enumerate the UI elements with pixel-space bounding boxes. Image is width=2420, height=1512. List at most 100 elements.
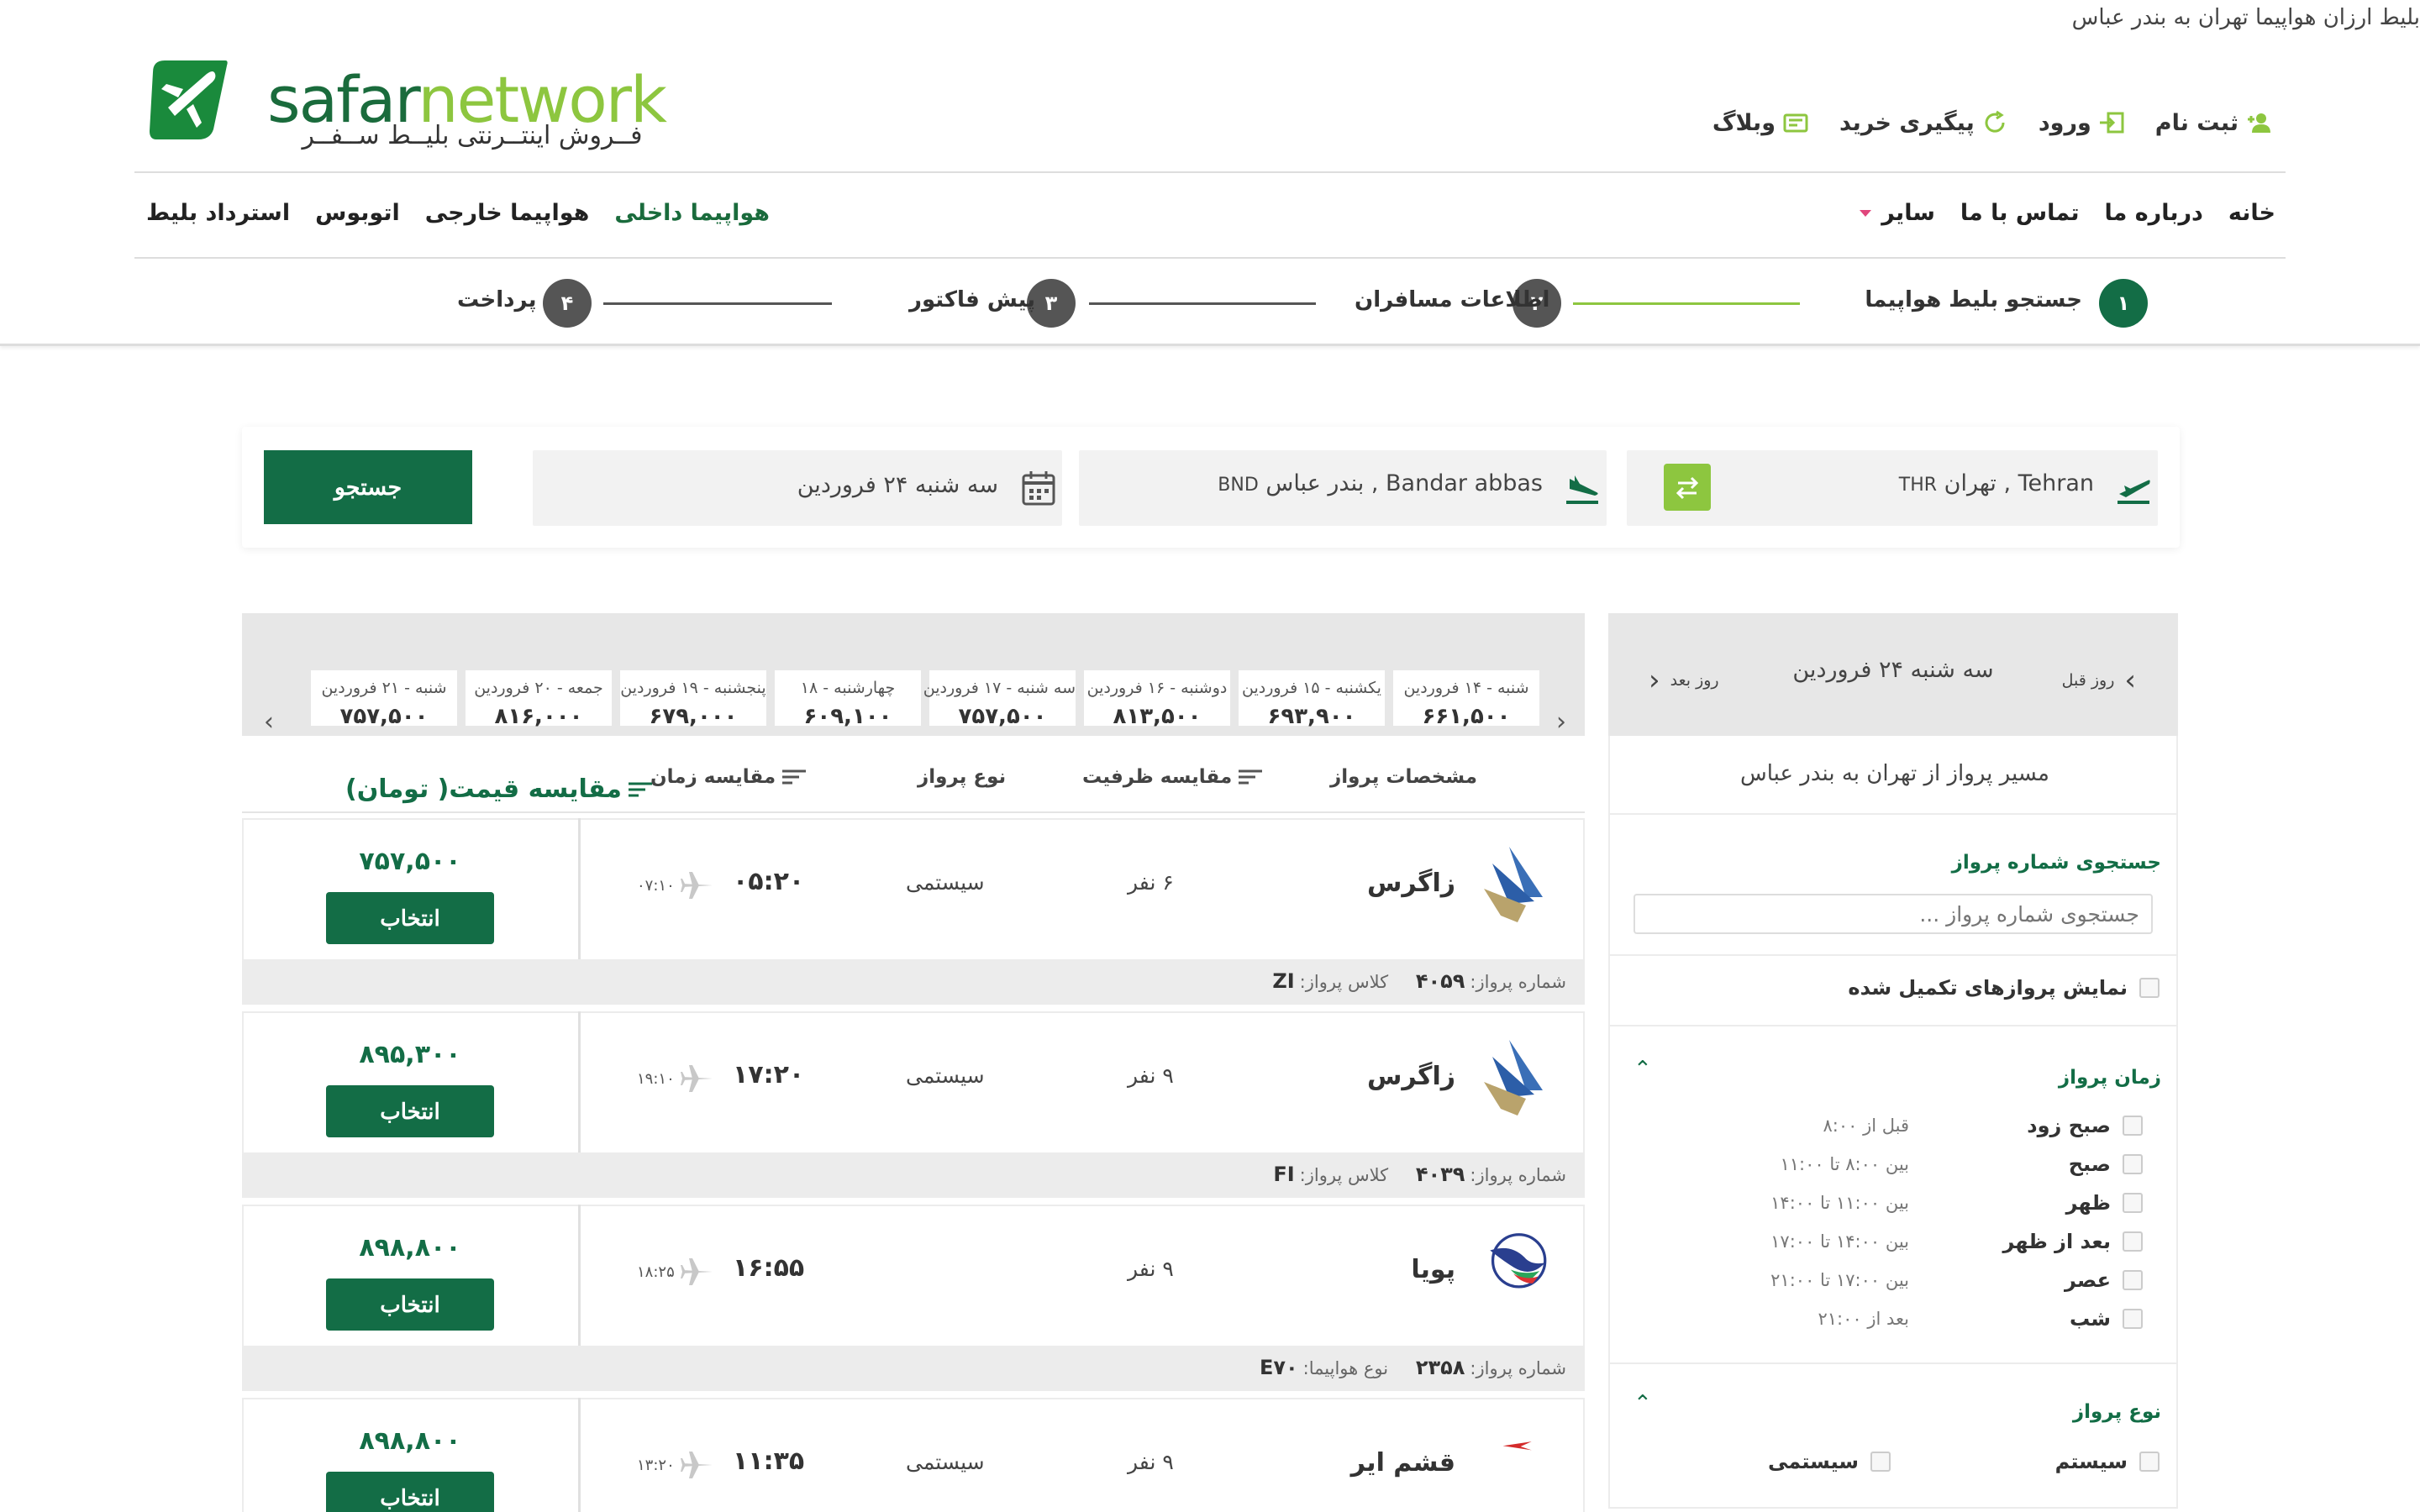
th-time[interactable]: مقایسه زمان [650,766,807,788]
arrival-time: ۱۸:۲۵ [637,1263,675,1281]
next-day-link[interactable]: روز بعد ‹ [1649,664,1719,697]
track-purchase-link[interactable]: پیگیری خرید [1839,109,2008,136]
th-capacity[interactable]: مقایسه ظرفیت [1082,766,1263,788]
origin-code: THR [1898,475,1938,496]
destination-field[interactable]: Bandar abbas , بندر عباس BND [1079,450,1607,526]
flight-type: سیستمی [906,1063,985,1088]
select-flight-button[interactable]: انتخاب [326,892,494,944]
date-card-6[interactable]: پنجشنبه - ۱۹ فروردین ۶۷۹,۰۰۰ [620,670,766,729]
nav-domestic[interactable]: هواپیما داخلی [614,200,770,226]
time-option-evening[interactable]: عصر بین ۱۷:۰۰ تا ۲۱:۰۰ [1613,1263,2143,1297]
select-flight-button[interactable]: انتخاب [326,1085,494,1137]
main-nav-right: خانه درباره ما تماس با ما سایر [1858,200,2275,226]
date-card-4[interactable]: سه شنبه - ۱۷ فروردین ۷۵۷,۵۰۰ [923,670,1076,729]
carousel-prev-arrow[interactable]: › [1556,707,1566,737]
nav-about[interactable]: درباره ما [2104,200,2202,226]
nav-contact[interactable]: تماس با ما [1960,200,2080,226]
type-option-systemi[interactable]: سیستمی [1768,1450,1891,1473]
date-card-2[interactable]: یکشنبه - ۱۵ فروردین ۶۹۳,۹۰۰ [1239,670,1385,729]
date-card-5[interactable]: چهارشنبه - ۱۸ ۶۰۹,۱۰۰ [775,670,921,729]
flight-row: قشم ایر ۹ نفر سیستمی ۱۱:۳۵ ۱۳:۲۰ ۸۹۸,۸۰۰… [242,1398,1585,1512]
departure-time: ۰۵:۲۰ [733,867,805,896]
time-option-early-morning[interactable]: صبح زود قبل از ۸:۰۰ [1613,1109,2143,1142]
takeoff-icon [2118,480,2150,504]
search-button[interactable]: جستجو [264,450,472,524]
blog-link[interactable]: وبلاگ [1712,109,1809,136]
nav-bus[interactable]: اتوبوس [315,200,400,226]
flight-price: ۸۹۸,۸۰۰ [359,1233,461,1263]
header-divider [134,171,2286,173]
arrival-time: ۱۹:۱۰ [637,1070,675,1088]
date-card-8[interactable]: شنبه - ۲۱ فروردین ۷۵۷,۵۰۰ [311,670,457,729]
login-icon [2099,112,2124,134]
flight-type: سیستمی [906,870,985,895]
calendar-icon [1022,471,1055,506]
swap-button[interactable] [1664,464,1711,511]
carousel-next-arrow[interactable]: ‹ [264,707,274,737]
booking-steps: ۱ جستجو بلیط هواپیما ۲ اطلاعات مسافران ۳… [0,257,2420,346]
time-option-noon[interactable]: ظهر بین ۱۱:۰۰ تا ۱۴:۰۰ [1613,1186,2143,1220]
flight-price: ۸۹۸,۸۰۰ [359,1426,461,1456]
nav-refund[interactable]: استرداد بلیط [146,200,290,226]
search-form: Tehran , تهران THR Bandar abbas , بندر ع… [242,427,2180,548]
step-2-line [1089,302,1316,305]
destination-city: Bandar abbas , بندر عباس [1265,470,1543,496]
flight-row: زاگرس ۶ نفر سیستمی ۰۵:۲۰ ۰۷:۱۰ ۷۵۷,۵۰۰ ا… [242,818,1585,1005]
zagros-logo-icon [1484,847,1543,922]
plane-icon [681,872,713,899]
step-4-label: پرداخت [457,287,537,312]
time-filter: زمان پرواز ⌃ صبح زود قبل از ۸:۰۰ صبح بین ۸… [1608,1026,2178,1364]
nav-international[interactable]: هواپیما خارجی [425,200,590,226]
departure-time: ۱۷:۲۰ [733,1060,805,1089]
collapse-time-icon[interactable]: ⌃ [1634,1057,1652,1082]
header-links: ثبت نام ورود پیگیری خرید وبلاگ [1712,109,2272,136]
flight-footer-info: شماره پرواز:۴۰۵۹ کلاس پرواز:ZI [1272,969,1566,993]
nav-home[interactable]: خانه [2228,200,2275,226]
sort-icon [1239,769,1263,785]
site-logo[interactable]: safarnetwork فــروش اینتــرنتی بلیــط سـ… [145,55,682,156]
sort-icon [629,782,652,796]
time-option-night[interactable]: شب بعد از ۲۱:۰۰ [1613,1302,2143,1336]
select-flight-button[interactable]: انتخاب [326,1472,494,1512]
logo-tagline: فــروش اینتــرنتی بلیــط ســفــر [302,121,643,150]
date-field[interactable]: سه شنبه ۲۴ فروردین [533,450,1062,526]
show-full-checkbox[interactable] [2139,978,2160,998]
plane-icon [681,1065,713,1092]
type-option-system[interactable]: سیستم [2055,1450,2160,1473]
step-2-label: اطلاعات مسافران [1355,287,1550,312]
flight-type-title: نوع پرواز [2072,1401,2161,1423]
login-link[interactable]: ورود [2039,109,2125,136]
swap-icon [1676,476,1699,500]
route-info: مسیر پرواز از تهران به بندر عباس [1608,736,2178,815]
date-card-1[interactable]: شنبه - ۱۴ فروردین ۶۶۱,۵۰۰ [1393,670,1539,729]
plane-icon [681,1258,713,1285]
zagros-logo-icon [1484,1040,1543,1116]
date-card-7[interactable]: جمعه - ۲۰ فروردین ۸۱۶,۰۰۰ [466,670,612,729]
pouya-logo-icon [1490,1233,1547,1289]
flight-row: زاگرس ۹ نفر سیستمی ۱۷:۲۰ ۱۹:۱۰ ۸۹۵,۳۰۰ ا… [242,1011,1585,1198]
step-1-circle: ۱ [2099,279,2148,328]
step-4-circle: ۴ [543,279,592,328]
flight-number-input[interactable] [1634,894,2153,934]
arrival-time: ۱۳:۲۰ [637,1457,675,1474]
register-link[interactable]: ثبت نام [2155,109,2272,136]
refresh-icon [1985,110,2005,133]
origin-city: Tehran , تهران [1944,470,2094,496]
caret-down-icon [1860,209,1872,217]
collapse-type-icon[interactable]: ⌃ [1634,1391,1652,1416]
sort-icon [782,769,807,785]
nav-other-dropdown[interactable]: سایر [1858,200,1935,226]
main-nav-left: استرداد بلیط اتوبوس هواپیما خارجی هواپیم… [146,200,770,226]
steps-top-divider [134,257,2286,259]
select-flight-button[interactable]: انتخاب [326,1278,494,1331]
show-full-flights-filter: نمایش پروازهای تکمیل شده [1608,956,2178,1026]
th-type: نوع پرواز [918,766,1007,788]
time-option-morning[interactable]: صبح بین ۸:۰۰ تا ۱۱:۰۰ [1613,1147,2143,1181]
show-full-checkbox-row[interactable]: نمایش پروازهای تکمیل شده [1848,976,2160,1000]
flight-capacity: ۹ نفر [1128,1063,1174,1088]
th-price[interactable]: مقایسه قیمت( تومان) [316,774,652,804]
airline-name: زاگرس [1366,869,1455,898]
flight-price: ۷۵۷,۵۰۰ [359,847,461,876]
date-card-3[interactable]: دوشنبه - ۱۶ فروردین ۸۱۳,۵۰۰ [1084,670,1230,729]
time-option-afternoon[interactable]: بعد از ظهر بین ۱۴:۰۰ تا ۱۷:۰۰ [1613,1225,2143,1258]
